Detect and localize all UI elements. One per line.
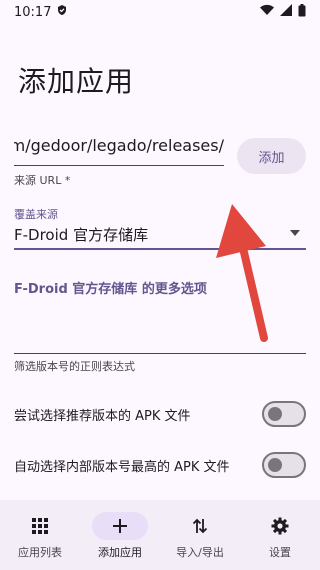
nav-item-import-export[interactable]: 导入/导出 (160, 500, 240, 570)
highest-version-apk-switch[interactable] (262, 452, 306, 478)
bottom-navigation: 应用列表 添加应用 导入/导出 设置 (0, 500, 320, 570)
add-button[interactable]: 添加 (237, 138, 306, 174)
wifi-icon (260, 4, 274, 20)
nav-item-add-app[interactable]: 添加应用 (80, 500, 160, 570)
toggle-label: 尝试选择推荐版本的 APK 文件 (14, 408, 191, 424)
status-left: 10:17 (14, 4, 68, 20)
more-options-link[interactable]: F-Droid 官方存储库 的更多选项 (14, 278, 207, 297)
nav-item-app-list[interactable]: 应用列表 (0, 500, 80, 570)
signal-icon (280, 4, 292, 20)
shield-check-icon (56, 4, 68, 20)
switch-thumb (268, 407, 282, 421)
nav-label: 导入/导出 (176, 546, 224, 559)
nav-label: 添加应用 (98, 546, 142, 559)
battery-icon (298, 3, 306, 21)
toggle-row-highest-version-apk: 自动选择内部版本号最高的 APK 文件 (14, 449, 306, 481)
nav-label: 应用列表 (18, 546, 62, 559)
gear-icon (252, 512, 308, 540)
dropdown-arrow-icon (290, 230, 300, 236)
nav-label: 设置 (269, 546, 291, 559)
status-right (260, 3, 306, 21)
status-time: 10:17 (14, 4, 52, 20)
nav-item-settings[interactable]: 设置 (240, 500, 320, 570)
grid-icon (12, 512, 68, 540)
regex-filter-input[interactable] (14, 320, 306, 354)
toggle-label: 自动选择内部版本号最高的 APK 文件 (14, 459, 230, 475)
repo-url-input[interactable]: https://github.com/gedoor/legado/release… (14, 126, 224, 166)
repo-url-value: https://github.com/gedoor/legado/release… (14, 136, 224, 155)
recommended-apk-switch[interactable] (262, 401, 306, 427)
page-title: 添加应用 (18, 65, 135, 98)
repo-url-support-text: 来源 URL * (14, 174, 71, 187)
status-bar: 10:17 (0, 0, 320, 24)
source-value: F-Droid 官方存储库 (14, 226, 149, 244)
regex-filter-support-text: 筛选版本号的正则表达式 (14, 360, 135, 373)
switch-thumb (268, 458, 282, 472)
toggle-row-recommended-apk: 尝试选择推荐版本的 APK 文件 (14, 398, 306, 430)
plus-icon (92, 512, 148, 540)
source-dropdown[interactable]: F-Droid 官方存储库 (14, 220, 306, 250)
import-export-icon (172, 512, 228, 540)
